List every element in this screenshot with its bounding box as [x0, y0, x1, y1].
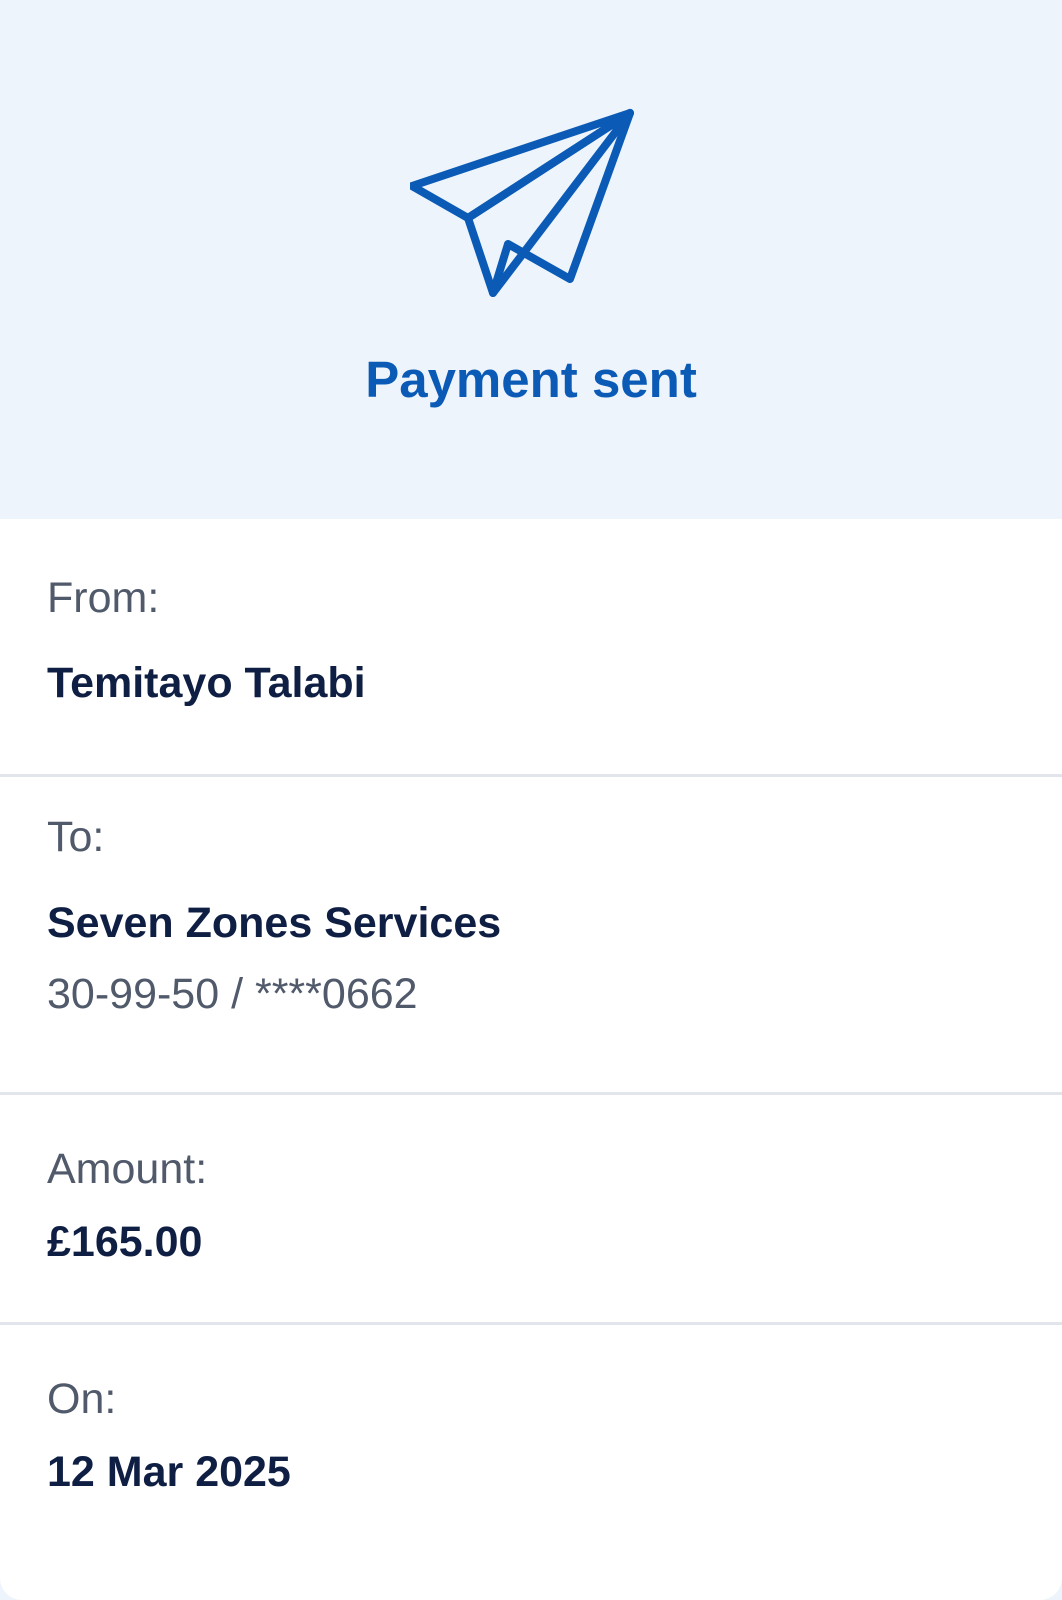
recipient-name: Seven Zones Services — [47, 899, 502, 947]
from-section: From: Temitayo Talabi — [0, 519, 1062, 777]
amount-section: Amount: £165.00 — [0, 1095, 1062, 1325]
date-value: 12 Mar 2025 — [47, 1448, 291, 1496]
amount-label: Amount: — [47, 1145, 208, 1193]
date-label: On: — [47, 1375, 117, 1423]
recipient-account: 30-99-50 / ****0662 — [47, 970, 418, 1018]
paper-plane-icon — [410, 108, 650, 308]
from-label: From: — [47, 574, 160, 622]
amount-value: £165.00 — [47, 1218, 203, 1266]
to-section: To: Seven Zones Services 30-99-50 / ****… — [0, 777, 1062, 1095]
payment-receipt: Payment sent From: Temitayo Talabi To: S… — [0, 0, 1062, 1600]
sender-name: Temitayo Talabi — [47, 659, 366, 707]
confirmation-header: Payment sent — [0, 0, 1062, 519]
date-section: On: 12 Mar 2025 — [0, 1325, 1062, 1600]
payment-details-card: From: Temitayo Talabi To: Seven Zones Se… — [0, 519, 1062, 1600]
page-title: Payment sent — [365, 351, 697, 408]
to-label: To: — [47, 813, 105, 861]
